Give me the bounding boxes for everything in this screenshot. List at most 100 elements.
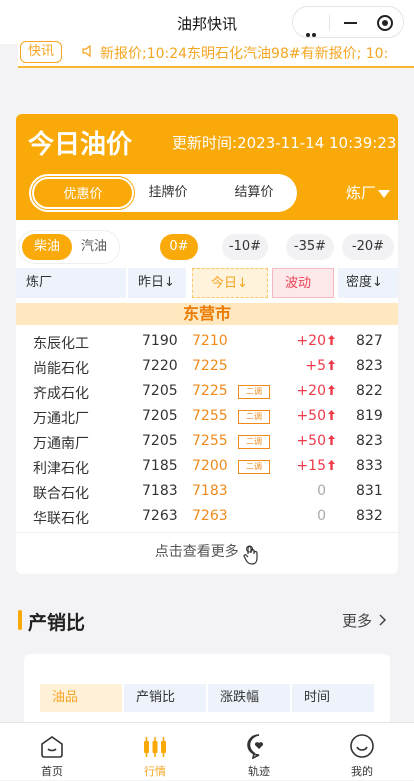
filter-icon — [378, 189, 391, 198]
table-row[interactable]: 联合石化 7183 7183 0 831 — [16, 480, 398, 505]
table-row[interactable]: 利津石化 7185 7200 二调 +15 833 — [16, 455, 398, 480]
bottom-navigation: 首页 行情 轨迹 我的 — [0, 722, 414, 780]
view-more-label: 点击查看更多 — [154, 544, 239, 560]
yesterday-price: 7263 — [142, 508, 178, 524]
up-arrow-icon — [327, 384, 336, 399]
ratio-col-ratio[interactable]: 产销比 — [124, 684, 206, 712]
grade-0[interactable]: 0# — [160, 234, 198, 260]
price-card-header: 今日油价 更新时间:2023-11-14 10:39:23 优惠价 挂牌价 结算… — [16, 114, 398, 220]
nav-market-label: 行情 — [144, 765, 166, 778]
adjust-badge: 二调 — [238, 385, 270, 399]
density-value: 833 — [356, 458, 383, 474]
density-value: 831 — [356, 483, 383, 499]
col-change: 波动 — [272, 268, 334, 298]
grade-minus20[interactable]: -20# — [342, 234, 394, 260]
ratio-col-change[interactable]: 涨跌幅 — [208, 684, 290, 712]
up-arrow-icon — [327, 359, 336, 374]
oil-price-card: 今日油价 更新时间:2023-11-14 10:39:23 优惠价 挂牌价 结算… — [16, 114, 398, 574]
table-row[interactable]: 齐成石化 7205 7225 二调 +20 822 — [16, 380, 398, 405]
price-change: 0 — [317, 508, 326, 524]
fuel-option-gasoline[interactable]: 汽油 — [71, 234, 117, 260]
price-type-tabs: 优惠价 挂牌价 结算价 — [29, 174, 297, 212]
adjust-badge: 二调 — [238, 460, 270, 474]
smile-face-icon — [350, 734, 374, 758]
refinery-name: 万通南厂 — [33, 436, 89, 452]
col-today[interactable]: 今日↓ — [192, 268, 268, 298]
today-price: 7255 — [192, 433, 228, 449]
grade-minus10[interactable]: -10# — [222, 234, 268, 260]
news-ticker[interactable]: 快讯 新报价;10:24东明石化汽油98#有新报价; 10: — [18, 38, 414, 68]
price-change: 0 — [317, 483, 326, 499]
minimize-icon[interactable] — [344, 22, 357, 24]
pointer-hand-icon — [243, 542, 259, 565]
tab-discount-price[interactable]: 优惠价 — [32, 177, 134, 209]
ratio-col-time[interactable]: 时间 — [292, 684, 374, 712]
today-price: 7263 — [192, 508, 228, 524]
table-row[interactable]: 华联石化 7263 7263 0 832 — [16, 505, 398, 530]
refinery-name: 利津石化 — [33, 461, 89, 477]
yesterday-price: 7190 — [142, 333, 178, 349]
nav-track[interactable]: 轨迹 — [224, 723, 294, 781]
refinery-filter-button[interactable]: 炼厂 — [346, 182, 391, 203]
today-price: 7255 — [192, 408, 228, 424]
today-price: 7225 — [192, 383, 228, 399]
close-target-icon[interactable] — [377, 15, 393, 31]
refinery-filter-label: 炼厂 — [346, 184, 377, 202]
yesterday-price: 7205 — [142, 433, 178, 449]
tab-settlement-price[interactable]: 结算价 — [211, 177, 297, 209]
price-table-header: 炼厂 昨日↓ 今日↓ 波动 密度↓ — [16, 268, 398, 298]
col-yesterday[interactable]: 昨日↓ — [128, 268, 186, 298]
density-value: 827 — [356, 333, 383, 349]
table-row[interactable]: 东辰化工 7190 7210 +20 827 — [16, 330, 398, 355]
refinery-name: 东辰化工 — [33, 336, 89, 352]
yesterday-price: 7220 — [142, 358, 178, 374]
density-value: 819 — [356, 408, 383, 424]
density-value: 823 — [356, 358, 383, 374]
price-change: +20 — [296, 333, 326, 349]
section-more-label: 更多 — [342, 612, 373, 630]
today-price: 7183 — [192, 483, 228, 499]
more-dots-icon[interactable] — [306, 22, 322, 56]
table-row[interactable]: 尚能石化 7220 7225 +5 823 — [16, 355, 398, 380]
adjust-badge: 二调 — [238, 435, 270, 449]
nav-home[interactable]: 首页 — [17, 723, 87, 781]
chevron-right-icon — [379, 614, 386, 626]
section-title-ratio: 产销比 — [28, 612, 86, 634]
candlestick-icon — [144, 737, 166, 757]
table-row[interactable]: 万通南厂 7205 7255 二调 +50 823 — [16, 430, 398, 455]
density-value: 822 — [356, 383, 383, 399]
fuel-type-toggle: 柴油 汽油 — [18, 230, 120, 264]
fuel-option-diesel[interactable]: 柴油 — [22, 234, 72, 260]
col-refinery: 炼厂 — [16, 268, 126, 298]
yesterday-price: 7205 — [142, 383, 178, 399]
refinery-name: 联合石化 — [33, 486, 89, 502]
ratio-col-product[interactable]: 油品 — [40, 684, 122, 712]
city-header: 东营市 — [16, 303, 398, 325]
col-density[interactable]: 密度↓ — [338, 268, 398, 298]
yesterday-price: 7185 — [142, 458, 178, 474]
nav-market[interactable]: 行情 — [120, 723, 190, 781]
price-card-title: 今日油价 — [28, 130, 133, 160]
price-change: +50 — [296, 433, 326, 449]
refinery-name: 万通北厂 — [33, 411, 89, 427]
update-label: 更新时间: — [172, 134, 238, 152]
nav-track-label: 轨迹 — [248, 765, 270, 778]
nav-mine-label: 我的 — [351, 765, 373, 778]
today-price: 7210 — [192, 333, 228, 349]
update-time-value: 2023-11-14 10:39:23 — [237, 134, 397, 152]
price-change: +20 — [296, 383, 326, 399]
tab-list-price[interactable]: 挂牌价 — [125, 177, 211, 209]
today-price: 7200 — [192, 458, 228, 474]
nav-mine[interactable]: 我的 — [327, 723, 397, 781]
speaker-icon — [82, 44, 96, 58]
table-row[interactable]: 万通北厂 7205 7255 二调 +50 819 — [16, 405, 398, 430]
grade-minus35[interactable]: -35# — [286, 234, 334, 260]
news-text: 新报价;10:24东明石化汽油98#有新报价; 10: — [100, 46, 389, 62]
up-arrow-icon — [327, 334, 336, 349]
adjust-badge: 二调 — [238, 410, 270, 424]
view-more-button[interactable]: 点击查看更多 — [16, 532, 398, 574]
section-accent-bar — [18, 610, 22, 630]
mini-program-capsule — [292, 6, 404, 56]
up-arrow-icon — [327, 409, 336, 424]
section-more-link[interactable]: 更多 — [342, 610, 387, 631]
